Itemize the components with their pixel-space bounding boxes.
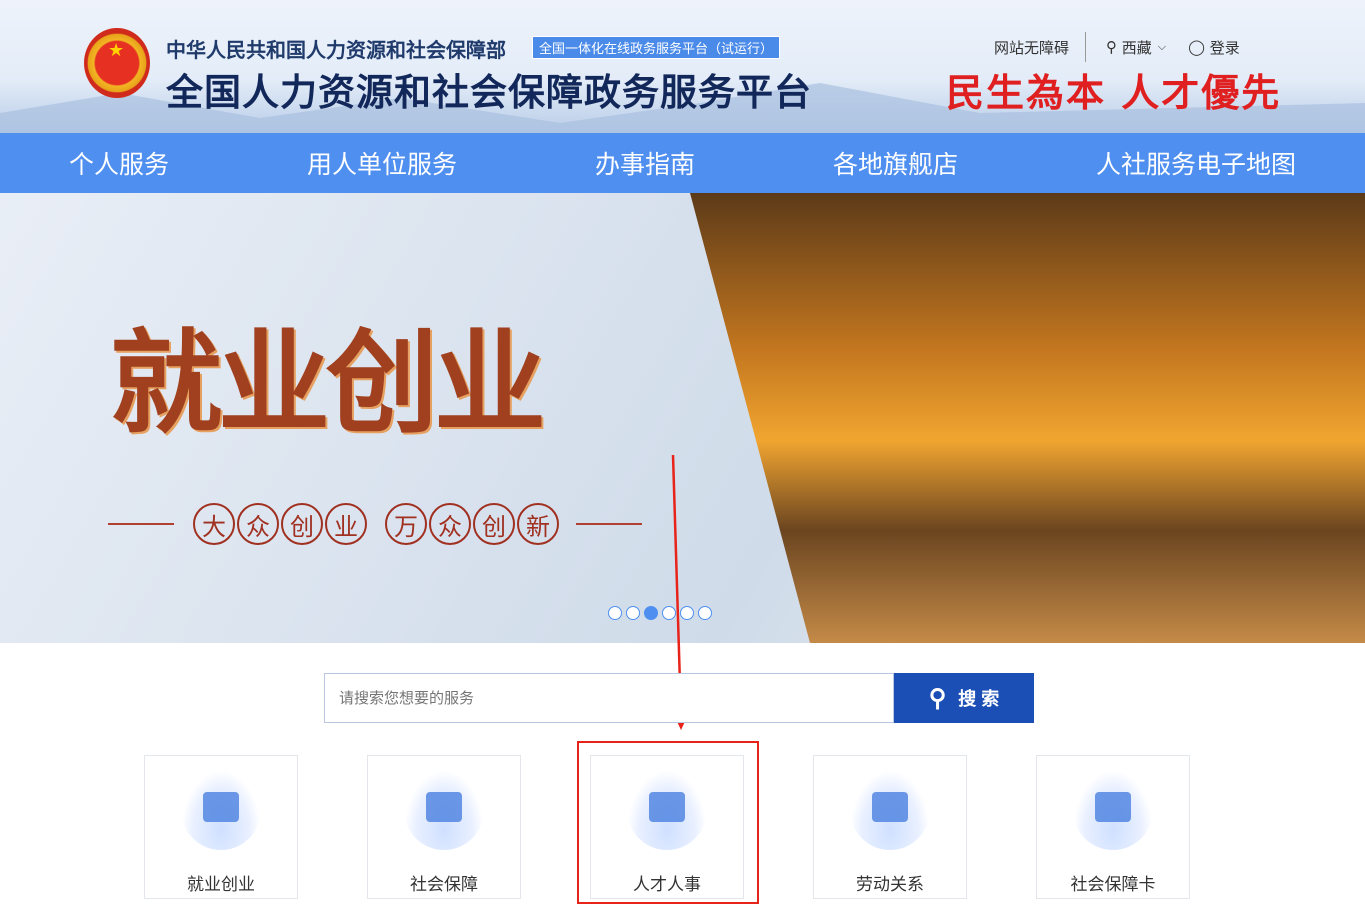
- id-card-icon: [1073, 770, 1153, 850]
- accessibility-link[interactable]: 网站无障碍: [994, 37, 1069, 58]
- site-header: ★ 中华人民共和国人力资源和社会保障部 全国一体化在线政务服务平台（试运行） 全…: [0, 0, 1365, 133]
- card-label: 就业创业: [187, 875, 255, 895]
- slogan: 民生為本 人才優先: [946, 70, 1282, 115]
- char: 众: [237, 503, 279, 545]
- nav-guide[interactable]: 办事指南: [595, 145, 695, 181]
- line: [576, 523, 642, 525]
- card-label: 劳动关系: [856, 875, 924, 895]
- char: 万: [385, 503, 427, 545]
- highlight-box-annotation: [577, 741, 759, 904]
- line: [108, 523, 174, 525]
- main-nav: 个人服务 用人单位服务 办事指南 各地旗舰店 人社服务电子地图: [0, 133, 1365, 193]
- nav-employer[interactable]: 用人单位服务: [307, 145, 457, 181]
- card-social-security-card[interactable]: 社会保障卡: [1036, 755, 1190, 899]
- search-icon: ⚲: [928, 684, 947, 712]
- char: 业: [325, 503, 367, 545]
- char: 大: [193, 503, 235, 545]
- char: 创: [473, 503, 515, 545]
- banner-headline: 就业创业: [110, 318, 546, 449]
- carousel-dot[interactable]: [698, 606, 712, 620]
- banner-slogan: 大 众 创 业 万 众 创 新: [108, 503, 642, 545]
- card-labor-relations[interactable]: 劳动关系: [813, 755, 967, 899]
- nav-local-stores[interactable]: 各地旗舰店: [833, 145, 958, 181]
- search-button[interactable]: ⚲ 搜 索: [894, 673, 1034, 723]
- chevron-down-icon[interactable]: ⌵: [1158, 40, 1166, 54]
- card-employment[interactable]: 就业创业: [144, 755, 298, 899]
- platform-badge: 全国一体化在线政务服务平台（试运行）: [532, 36, 781, 59]
- social-security-icon: [404, 770, 484, 850]
- char: 创: [281, 503, 323, 545]
- carousel-dot-active[interactable]: [644, 606, 658, 620]
- login-link[interactable]: 登录: [1210, 37, 1240, 58]
- employment-icon: [181, 770, 261, 850]
- site-title[interactable]: 全国人力资源和社会保障政务服务平台: [166, 62, 812, 116]
- char: 新: [517, 503, 559, 545]
- region-selector[interactable]: 西藏: [1122, 37, 1152, 58]
- card-social-security[interactable]: 社会保障: [367, 755, 521, 899]
- ministry-name: 中华人民共和国人力资源和社会保障部: [166, 38, 506, 62]
- card-label: 社会保障卡: [1070, 875, 1156, 895]
- search-bar: ⚲ 搜 索: [324, 673, 1034, 723]
- char: 众: [429, 503, 471, 545]
- card-label: 社会保障: [410, 875, 478, 895]
- user-icon[interactable]: ◯: [1188, 38, 1210, 56]
- nav-service-map[interactable]: 人社服务电子地图: [1096, 145, 1296, 181]
- banner-photo: [690, 193, 1365, 643]
- search-button-label: 搜 索: [958, 689, 1000, 709]
- carousel-dot[interactable]: [626, 606, 640, 620]
- national-emblem-icon: ★: [84, 28, 150, 98]
- search-input[interactable]: [324, 673, 894, 723]
- divider: [1085, 32, 1087, 62]
- nav-personal[interactable]: 个人服务: [69, 145, 169, 181]
- location-pin-icon: ⚲: [1106, 38, 1122, 56]
- carousel-dot[interactable]: [608, 606, 622, 620]
- carousel-dots: [608, 606, 712, 620]
- labor-relations-icon: [850, 770, 930, 850]
